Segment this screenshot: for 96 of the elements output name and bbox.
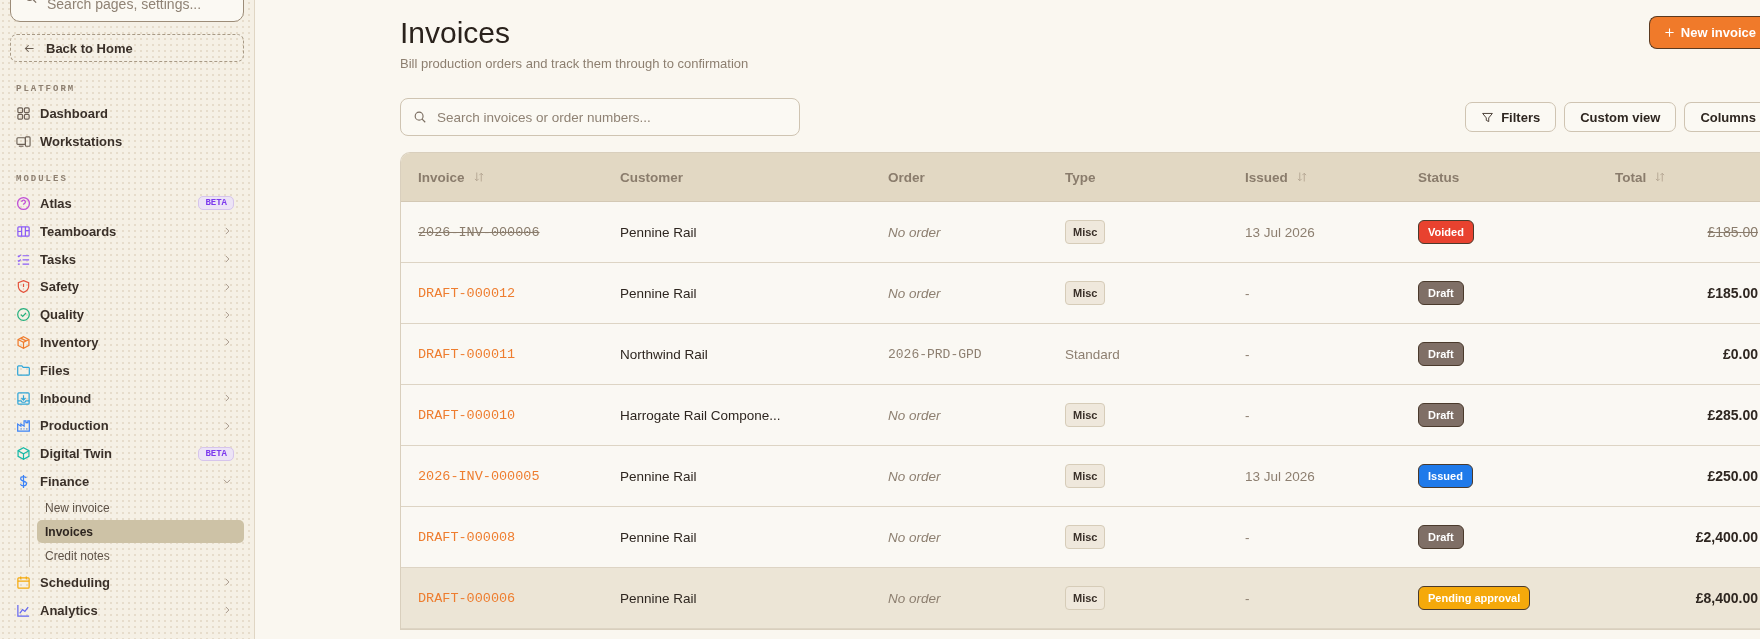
- table-cell-text: Pennine Rail: [620, 529, 698, 545]
- grid-icon: [16, 106, 31, 122]
- section-label: PLATFORM: [15, 84, 77, 94]
- cube-icon: [16, 446, 31, 462]
- nav-item[interactable]: Digital Twin BETA: [10, 439, 244, 468]
- table-cell-text: 2026-PRD-GPD: [888, 346, 983, 362]
- nav-subitem[interactable]: Credit notes: [37, 544, 244, 568]
- back-button[interactable]: Back to Home: [10, 34, 244, 62]
- invoice-link[interactable]: 2026-INV-000006: [401, 224, 620, 240]
- type-tag: Misc: [1065, 586, 1106, 610]
- nav-item[interactable]: Production: [10, 411, 244, 440]
- devices-icon: [16, 134, 31, 150]
- table-cell-text: £250.00: [1707, 468, 1759, 484]
- table-cell-text: 13 Jul 2026: [1245, 468, 1316, 484]
- shield-icon: [16, 279, 31, 295]
- table-cell-text: No order: [888, 407, 942, 423]
- nav-item[interactable]: Tasks: [10, 245, 244, 273]
- table-cell-text: Harrogate Rail Compone...: [620, 407, 782, 423]
- search-field[interactable]: Search invoices or order numbers...: [400, 98, 800, 136]
- search-icon: [413, 110, 427, 124]
- type-tag: Misc: [1065, 403, 1106, 427]
- column-header: Customer: [620, 169, 683, 185]
- nav-item[interactable]: Teamboards: [10, 217, 244, 246]
- folder-icon: [16, 362, 31, 378]
- download-tray-icon: [16, 390, 31, 406]
- check-badge-icon: [16, 307, 31, 323]
- table-cell-text: £2,400.00: [1695, 529, 1759, 545]
- table-cell-text: Pennine Rail: [620, 590, 698, 606]
- factory-icon: [16, 418, 31, 434]
- table-cell-text: £285.00: [1707, 407, 1759, 423]
- beta-badge: BETA: [198, 446, 234, 461]
- calendar-icon: [16, 574, 31, 590]
- nav-item[interactable]: Files: [10, 356, 244, 385]
- nav-item[interactable]: Atlas BETA: [10, 189, 244, 218]
- column-header: Type: [1065, 169, 1096, 185]
- status-badge: Draft: [1418, 403, 1464, 427]
- toolbar-button[interactable]: Filters: [1465, 102, 1557, 132]
- table-cell-text: £185.00: [1707, 224, 1759, 240]
- status-badge: Draft: [1418, 342, 1464, 366]
- status-badge: Draft: [1418, 525, 1464, 549]
- toolbar-button[interactable]: Columns: [1684, 102, 1760, 132]
- filter-icon: [1481, 110, 1495, 124]
- sort-icon[interactable]: [1295, 171, 1308, 183]
- status-badge: Issued: [1418, 464, 1473, 488]
- table-cell-text: No order: [888, 590, 942, 606]
- table-cell-text: -: [1245, 285, 1251, 301]
- nav-item[interactable]: Workstations: [10, 127, 244, 156]
- nav-item[interactable]: Inbound: [10, 384, 244, 412]
- status-badge: Pending approval: [1418, 586, 1531, 610]
- nav-item[interactable]: Inventory: [10, 328, 244, 357]
- table-cell-text: -: [1245, 590, 1251, 606]
- table-cell-text: £0.00: [1722, 346, 1759, 362]
- nav-item[interactable]: Dashboard: [10, 100, 244, 128]
- column-header: Order: [888, 169, 925, 185]
- sort-icon[interactable]: [472, 171, 485, 183]
- table-cell-text: -: [1245, 346, 1251, 362]
- type-tag: Misc: [1065, 281, 1106, 305]
- table-cell-text: -: [1245, 529, 1251, 545]
- column-header: Status: [1418, 169, 1460, 185]
- box-icon: [16, 334, 31, 350]
- question-icon: [16, 196, 31, 211]
- nav-item[interactable]: Scheduling: [10, 568, 244, 597]
- page-subtitle: Bill production orders and track them through to confirmation: [400, 56, 749, 71]
- table-cell-text: No order: [888, 224, 942, 240]
- table-cell-text: Northwind Rail: [620, 346, 709, 362]
- table-cell-text: Pennine Rail: [620, 285, 698, 301]
- table-row[interactable]: DRAFT-000006 Pennine Rail No order Misc - Pending approval £8,400.00: [401, 568, 1760, 629]
- toolbar-button[interactable]: Custom view: [1564, 102, 1677, 132]
- line-chart-icon: [16, 602, 31, 618]
- table-cell-text: 13 Jul 2026: [1245, 224, 1316, 240]
- nav-item[interactable]: Analytics: [10, 596, 244, 624]
- table-cell-text: Pennine Rail: [620, 224, 698, 240]
- section-label: MODULES: [15, 173, 69, 184]
- sort-icon[interactable]: [1654, 171, 1667, 183]
- table-cell-text: Pennine Rail: [620, 468, 698, 484]
- type-tag: Misc: [1065, 464, 1106, 488]
- page-title: Invoices: [400, 16, 512, 50]
- plus-icon: [1663, 27, 1675, 38]
- kanban-icon: [16, 223, 31, 239]
- nav-item[interactable]: Safety: [10, 273, 244, 301]
- table-cell-text: No order: [888, 285, 942, 301]
- table-cell-text: Standard: [1065, 346, 1121, 362]
- nav-item[interactable]: Finance: [10, 467, 244, 496]
- nav-subitem[interactable]: Invoices: [37, 520, 244, 544]
- type-tag: Misc: [1065, 525, 1106, 549]
- table-cell-text: £8,400.00: [1695, 590, 1759, 606]
- table-cell-text: No order: [888, 468, 942, 484]
- type-tag: Misc: [1065, 220, 1106, 244]
- table-cell-text: -: [1245, 407, 1251, 423]
- status-badge: Voided: [1418, 220, 1474, 244]
- status-badge: Draft: [1418, 281, 1464, 305]
- nav-subitem[interactable]: New invoice: [37, 496, 244, 520]
- table-cell-text: £185.00: [1707, 285, 1759, 301]
- nav-item[interactable]: Quality: [10, 300, 244, 329]
- table-cell-text: No order: [888, 529, 942, 545]
- beta-badge: BETA: [198, 196, 234, 211]
